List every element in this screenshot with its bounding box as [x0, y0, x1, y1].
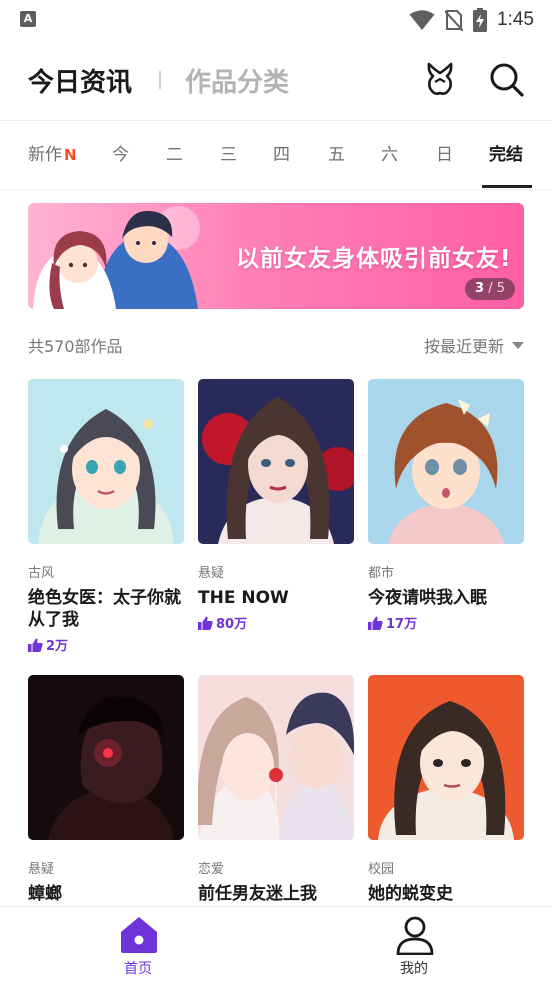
header-divider: [159, 71, 161, 89]
nav-mine-label: 我的: [400, 961, 428, 977]
tab-categories[interactable]: 作品分类: [185, 62, 289, 99]
work-card[interactable]: 悬疑 蟑螂: [28, 675, 184, 905]
sort-dropdown[interactable]: 按最近更新: [424, 333, 524, 357]
person-icon: [396, 916, 434, 955]
nav-mine[interactable]: 我的: [354, 907, 474, 981]
work-card[interactable]: 校园 她的蜕变史: [368, 675, 524, 905]
work-title: 绝色女医：太子你就从了我: [28, 588, 181, 630]
work-genre: 悬疑: [28, 862, 55, 877]
day-tabs: 新作 N 今 二 三 四 五 六 日 完结: [0, 121, 552, 189]
cover-image: [198, 675, 354, 840]
nav-home[interactable]: 首页: [78, 907, 198, 981]
work-likes: 80万: [198, 613, 354, 632]
likes-count: 80万: [216, 617, 248, 632]
status-icons: 1:45: [409, 6, 534, 34]
bottom-nav: 首页 我的: [0, 906, 552, 981]
cover-image: [28, 379, 184, 544]
clock: 1:45: [497, 9, 534, 30]
work-card[interactable]: 都市 今夜请哄我入眠 17万: [368, 379, 524, 632]
active-tab-indicator: [482, 185, 532, 188]
tabs-separator: [0, 189, 552, 190]
thumbs-up-icon: [368, 616, 383, 630]
work-genre: 恋爱: [198, 862, 225, 877]
work-likes: 2万: [28, 635, 184, 654]
work-genre: 都市: [368, 566, 395, 581]
cover-image: [28, 675, 184, 840]
work-title: 她的蜕变史: [368, 884, 453, 904]
work-title: 前任男友迷上我: [198, 884, 317, 904]
work-card[interactable]: 古风 绝色女医：太子你就从了我 2万: [28, 379, 184, 654]
work-genre: 悬疑: [198, 566, 225, 581]
banner-pager: 3 / 5: [465, 278, 515, 300]
nav-home-label: 首页: [124, 961, 152, 977]
banner-title: 以前女友身体吸引前女友!: [236, 246, 512, 272]
tab-new[interactable]: 新作 N: [28, 121, 77, 189]
no-sim-icon: [445, 10, 464, 31]
new-badge: N: [64, 146, 77, 164]
tab-completed[interactable]: 完结: [489, 121, 523, 189]
work-card[interactable]: 悬疑 THE NOW 80万: [198, 379, 354, 632]
promo-banner[interactable]: 以前女友身体吸引前女友! 3 / 5: [28, 203, 524, 309]
works-count: 共570部作品: [28, 337, 123, 356]
tab-wednesday[interactable]: 三: [220, 121, 237, 189]
tab-tuesday[interactable]: 二: [166, 121, 183, 189]
caret-down-icon: [512, 341, 524, 349]
wifi-icon: [409, 10, 435, 30]
pager-total: / 5: [488, 281, 505, 296]
status-bar: A 1:45: [0, 0, 552, 40]
tab-saturday[interactable]: 六: [381, 121, 398, 189]
sort-label: 按最近更新: [423, 337, 504, 356]
tab-today[interactable]: 今: [112, 121, 129, 189]
work-genre: 古风: [28, 566, 55, 581]
cover-image: [368, 379, 524, 544]
tab-today-news[interactable]: 今日资讯: [28, 62, 132, 99]
tab-friday[interactable]: 五: [328, 121, 345, 189]
tab-new-label: 新作: [28, 145, 62, 165]
home-icon: [121, 917, 157, 953]
likes-count: 2万: [46, 639, 69, 654]
cover-image: [368, 675, 524, 840]
work-title: THE NOW: [198, 588, 289, 608]
work-title: 蟑螂: [28, 884, 62, 904]
cover-image: [198, 379, 354, 544]
banner-illustration: [33, 206, 200, 309]
likes-count: 17万: [386, 617, 418, 632]
work-title: 今夜请哄我入眠: [368, 588, 487, 608]
gift-icon[interactable]: [421, 60, 459, 98]
app-notification-icon: A: [20, 11, 36, 27]
thumbs-up-icon: [198, 616, 213, 630]
work-likes: 17万: [368, 613, 524, 632]
search-icon[interactable]: [487, 60, 525, 98]
battery-charging-icon: [473, 8, 488, 32]
pager-current: 3: [475, 281, 485, 296]
tab-thursday[interactable]: 四: [273, 121, 290, 189]
work-genre: 校园: [368, 862, 395, 877]
tab-sunday[interactable]: 日: [436, 121, 453, 189]
thumbs-up-icon: [28, 638, 43, 652]
work-card[interactable]: 恋爱 前任男友迷上我: [198, 675, 354, 905]
top-header: 今日资讯 作品分类: [0, 50, 552, 110]
